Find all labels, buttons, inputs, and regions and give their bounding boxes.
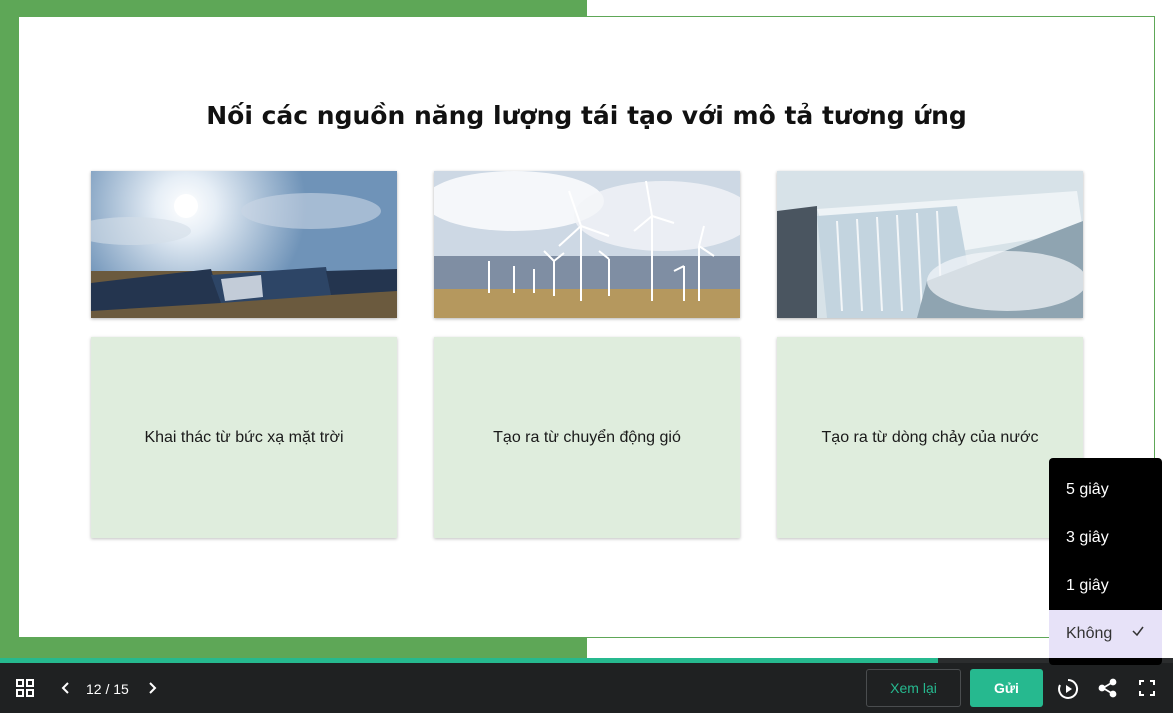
bottom-toolbar: 12 / 15 Xem lại Gửi [0, 663, 1173, 713]
grid-icon[interactable] [14, 678, 36, 698]
menu-item-none[interactable]: Không [1049, 610, 1162, 658]
description-card-solar[interactable]: Khai thác từ bức xạ mặt trời [91, 337, 397, 538]
chevron-right-icon[interactable] [146, 680, 160, 696]
review-button[interactable]: Xem lại [866, 669, 961, 707]
dam-waterfall-image[interactable] [777, 171, 1083, 318]
description-card-wind[interactable]: Tạo ra từ chuyển động gió [434, 337, 740, 538]
fullscreen-icon[interactable] [1138, 679, 1156, 697]
menu-item-none-label: Không [1066, 625, 1113, 642]
menu-item-1s[interactable]: 1 giây [1049, 562, 1162, 610]
menu-item-3s[interactable]: 3 giây [1049, 514, 1162, 562]
autoplay-icon[interactable] [1055, 676, 1081, 702]
check-icon [1131, 624, 1145, 643]
submit-button[interactable]: Gửi [970, 669, 1043, 707]
slide-title: Nối các nguồn năng lượng tái tạo với mô … [206, 101, 967, 130]
share-icon[interactable] [1097, 677, 1119, 699]
chevron-left-icon[interactable] [58, 680, 72, 696]
wind-turbines-image[interactable] [434, 171, 740, 318]
menu-item-5s[interactable]: 5 giây [1049, 466, 1162, 514]
autoplay-menu: 5 giây 3 giây 1 giây Không [1049, 458, 1162, 665]
page-counter: 12 / 15 [86, 681, 129, 697]
description-card-water[interactable]: Tạo ra từ dòng chảy của nước [777, 337, 1083, 538]
slide: Nối các nguồn năng lượng tái tạo với mô … [18, 16, 1155, 638]
solar-panels-image[interactable] [91, 171, 397, 318]
